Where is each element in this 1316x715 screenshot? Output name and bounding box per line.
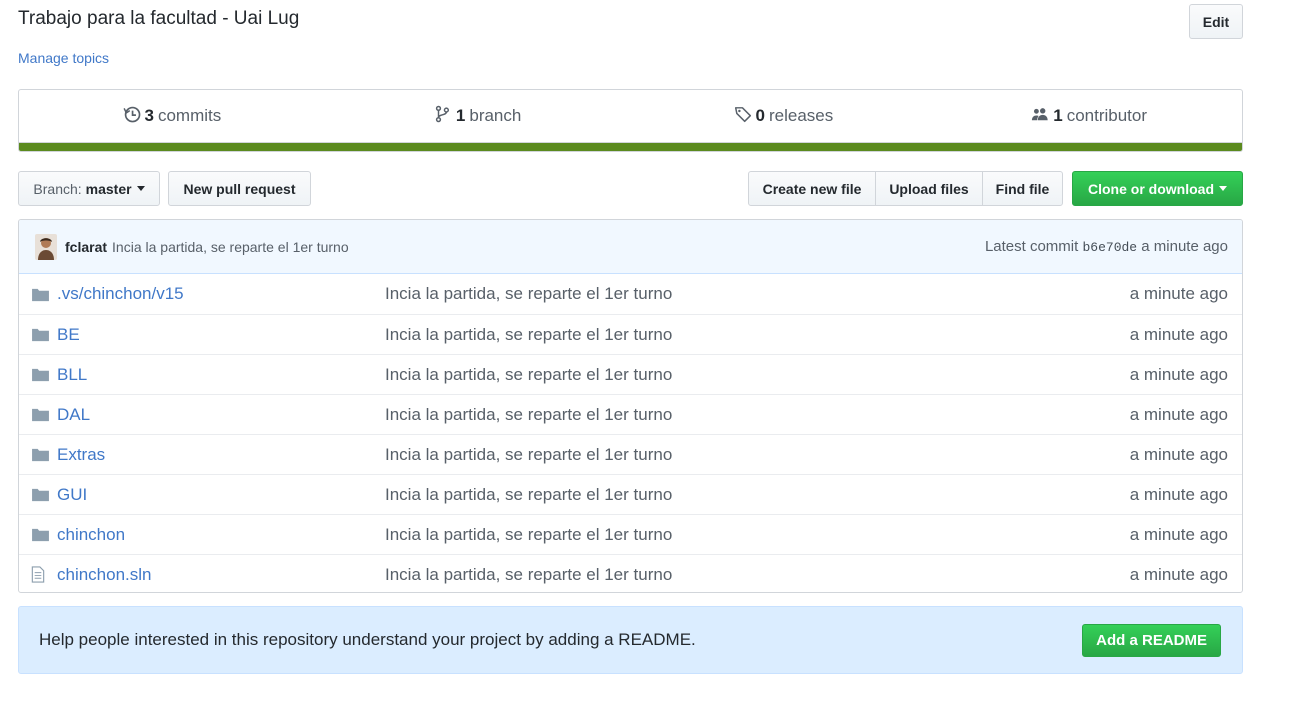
create-new-file-button[interactable]: Create new file	[748, 171, 876, 206]
file-age: a minute ago	[1129, 404, 1228, 424]
latest-commit-bar: fclarat Incia la partida, se reparte el …	[19, 220, 1242, 274]
branch-label: branch	[469, 106, 522, 125]
file-age: a minute ago	[1129, 564, 1228, 584]
file-commit-message[interactable]: Incia la partida, se reparte el 1er turn…	[385, 565, 1130, 585]
latest-commit-prefix: Latest commit	[984, 238, 1079, 255]
file-row: DAL Incia la partida, se reparte el 1er t…	[19, 394, 1242, 434]
folder-icon	[31, 327, 51, 343]
file-commit-message[interactable]: Incia la partida, se reparte el 1er turn…	[385, 284, 1130, 304]
file-commit-message[interactable]: Incia la partida, se reparte el 1er turn…	[385, 445, 1130, 465]
commit-sha[interactable]: b6e70de	[1082, 240, 1137, 255]
file-commit-message[interactable]: Incia la partida, se reparte el 1er turn…	[385, 365, 1130, 385]
releases-label: releases	[768, 106, 834, 125]
folder-icon	[31, 286, 51, 302]
people-icon	[1031, 105, 1049, 128]
file-name-link[interactable]: GUI	[57, 485, 385, 505]
branch-name: master	[85, 180, 132, 197]
git-branch-icon	[434, 105, 452, 128]
file-actions-group: Create new file Upload files Find file	[748, 171, 1063, 206]
manage-topics-link[interactable]: Manage topics	[18, 50, 109, 66]
folder-icon	[31, 487, 51, 503]
file-row: .vs/chinchon/v15 Incia la partida, se rep…	[19, 274, 1242, 314]
file-age: a minute ago	[1129, 444, 1228, 464]
language-bar[interactable]	[19, 142, 1242, 151]
releases-link[interactable]: 0 releases	[631, 90, 937, 142]
commit-age: a minute ago	[1141, 238, 1228, 255]
contributor-count: 1	[1053, 106, 1063, 125]
contributor-label: contributor	[1066, 106, 1148, 125]
latest-commit-info: Latest commit b6e70de a minute ago	[985, 238, 1228, 255]
file-name-link[interactable]: DAL	[57, 405, 385, 425]
clone-or-download-button[interactable]: Clone or download	[1072, 171, 1243, 206]
branch-count: 1	[455, 106, 466, 125]
file-row: chinchon.sln Incia la partida, se reparte…	[19, 554, 1242, 592]
releases-count: 0	[755, 106, 765, 125]
tag-icon	[734, 105, 752, 128]
file-row: BLL Incia la partida, se reparte el 1er t…	[19, 354, 1242, 394]
file-age: a minute ago	[1129, 364, 1228, 384]
file-list: .vs/chinchon/v15 Incia la partida, se rep…	[19, 274, 1242, 592]
contributors-link[interactable]: 1 contributor	[936, 90, 1242, 142]
commit-message[interactable]: Incia la partida, se reparte el 1er turn…	[112, 239, 349, 255]
file-age: a minute ago	[1129, 484, 1228, 504]
file-commit-message[interactable]: Incia la partida, se reparte el 1er turn…	[385, 525, 1130, 545]
repo-description: Trabajo para la facultad - Uai Lug	[18, 8, 300, 29]
caret-down-icon	[1219, 186, 1227, 191]
commits-count: 3	[144, 106, 154, 125]
file-name-link[interactable]: BLL	[57, 365, 385, 385]
folder-icon	[31, 527, 51, 543]
file-row: Extras Incia la partida, se reparte el 1e…	[19, 434, 1242, 474]
file-name-link[interactable]: chinchon.sln	[57, 565, 385, 585]
history-icon	[122, 105, 141, 128]
caret-down-icon	[136, 186, 145, 191]
file-name-link[interactable]: .vs/chinchon/v15	[57, 284, 385, 304]
branch-select-button[interactable]: Branch: master	[18, 171, 160, 206]
repo-summary: 3 commits 1 branch 0 releases 1 contribu…	[18, 89, 1243, 152]
branch-prefix: Branch:	[33, 180, 82, 197]
folder-icon	[31, 407, 51, 423]
new-pull-request-button[interactable]: New pull request	[168, 171, 311, 206]
file-commit-message[interactable]: Incia la partida, se reparte el 1er turn…	[385, 485, 1130, 505]
readme-prompt-text: Help people interested in this repositor…	[39, 630, 696, 649]
commits-link[interactable]: 3 commits	[19, 90, 325, 142]
file-age: a minute ago	[1129, 324, 1228, 344]
file-row: BE Incia la partida, se reparte el 1er tu…	[19, 314, 1242, 354]
file-commit-message[interactable]: Incia la partida, se reparte el 1er turn…	[385, 405, 1130, 425]
upload-files-button[interactable]: Upload files	[875, 171, 983, 206]
edit-button[interactable]: Edit	[1189, 4, 1243, 39]
clone-label: Clone or download	[1088, 180, 1214, 197]
add-readme-button[interactable]: Add a README	[1082, 623, 1221, 657]
file-row: chinchon Incia la partida, se reparte el …	[19, 514, 1242, 554]
file-icon	[31, 566, 51, 583]
file-age: a minute ago	[1129, 284, 1228, 303]
file-name-link[interactable]: chinchon	[57, 525, 385, 545]
commits-label: commits	[157, 106, 222, 125]
find-file-button[interactable]: Find file	[982, 171, 1063, 206]
avatar[interactable]	[35, 233, 57, 260]
file-commit-message[interactable]: Incia la partida, se reparte el 1er turn…	[385, 325, 1130, 345]
folder-icon	[31, 447, 51, 463]
branch-link[interactable]: 1 branch	[325, 90, 631, 142]
folder-icon	[31, 367, 51, 383]
commit-author[interactable]: fclarat	[65, 239, 107, 255]
file-row: GUI Incia la partida, se reparte el 1er t…	[19, 474, 1242, 514]
file-name-link[interactable]: BE	[57, 325, 385, 345]
file-age: a minute ago	[1129, 524, 1228, 544]
file-name-link[interactable]: Extras	[57, 445, 385, 465]
readme-prompt: Help people interested in this repositor…	[18, 606, 1243, 674]
file-browser: fclarat Incia la partida, se reparte el …	[18, 219, 1243, 593]
